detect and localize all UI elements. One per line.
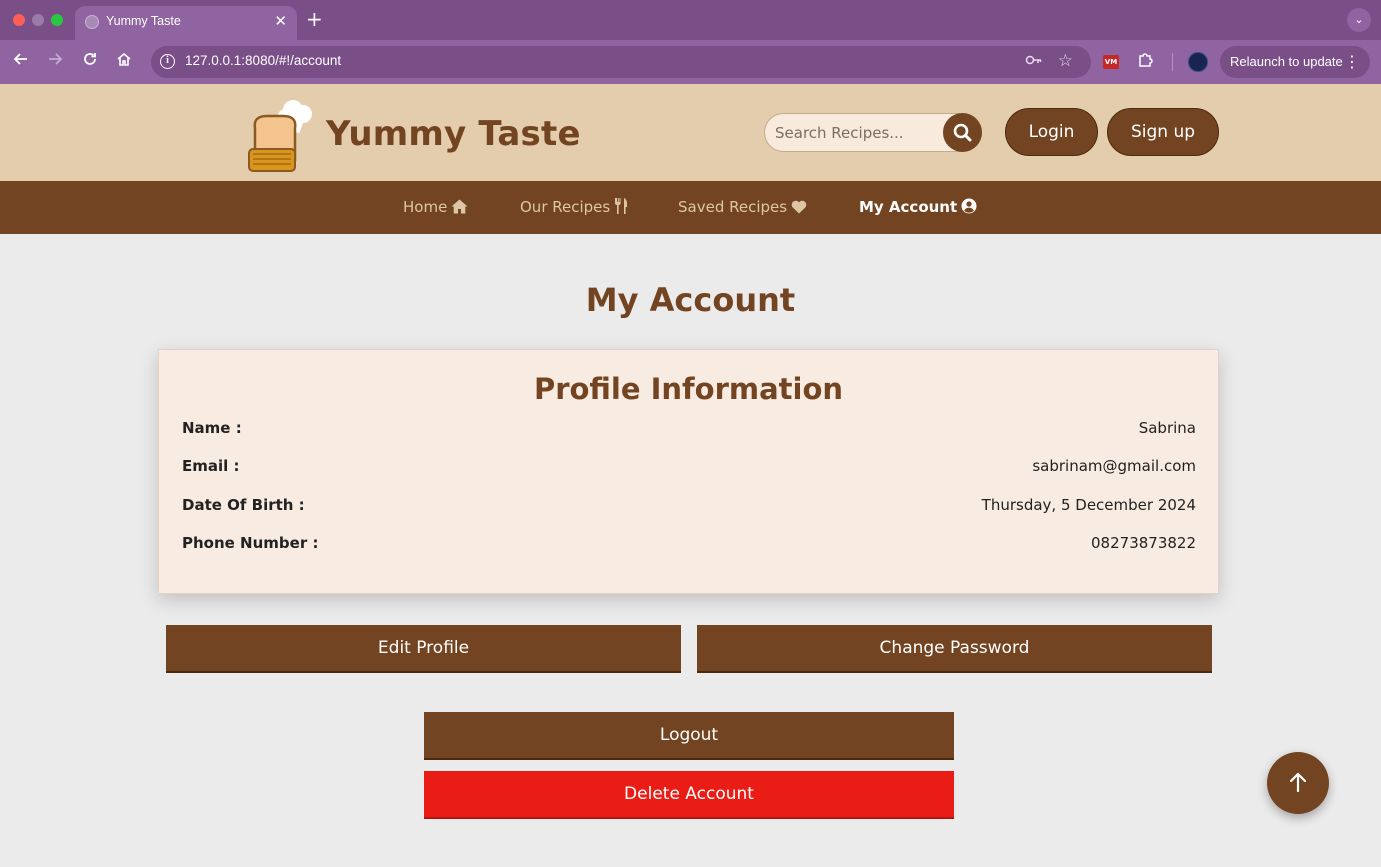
browser-toolbar: i 127.0.0.1:8080/#!/account ☆ VM Relaunc…	[0, 40, 1381, 84]
nav-item-label: My Account	[859, 198, 958, 216]
arrow-up-icon	[1289, 772, 1307, 793]
tab-title: Yummy Taste	[106, 14, 181, 28]
browser-tab-strip: Yummy Taste ✕ + ⌄	[0, 0, 1381, 40]
heart-icon	[791, 200, 807, 214]
search-icon	[953, 123, 972, 142]
field-value: Thursday, 5 December 2024	[981, 496, 1196, 514]
site-header: Yummy Taste Login Sign up	[0, 84, 1381, 181]
page-title: My Account	[585, 281, 796, 319]
chevron-down-icon[interactable]: ⌄	[1347, 8, 1371, 32]
browser-tab[interactable]: Yummy Taste ✕	[75, 6, 297, 40]
relaunch-button[interactable]: Relaunch to update ⋮	[1220, 46, 1370, 78]
profile-row-name: Name : Sabrina	[182, 419, 1196, 441]
search-box	[764, 113, 982, 152]
nav-item-label: Saved Recipes	[678, 198, 788, 216]
login-button[interactable]: Login	[1005, 108, 1098, 156]
url-text[interactable]: 127.0.0.1:8080/#!/account	[185, 53, 341, 68]
home-page-icon[interactable]	[113, 51, 135, 73]
logout-button[interactable]: Logout	[424, 712, 954, 760]
more-options-icon[interactable]: ⋮	[1344, 52, 1360, 71]
user-circle-icon	[961, 198, 977, 214]
extension-vm-icon[interactable]: VM	[1103, 55, 1119, 69]
minimize-window-button[interactable]	[32, 14, 44, 26]
utensils-icon	[615, 198, 628, 214]
field-label: Email :	[182, 457, 240, 475]
forward-arrow-icon[interactable]	[44, 51, 66, 73]
close-window-button[interactable]	[13, 14, 25, 26]
profile-row-email: Email : sabrinam@gmail.com	[182, 457, 1196, 479]
field-value: Sabrina	[1138, 419, 1196, 437]
site-info-icon[interactable]: i	[160, 54, 175, 69]
key-icon[interactable]	[1025, 53, 1043, 71]
search-button[interactable]	[943, 113, 982, 152]
address-bar[interactable]: i 127.0.0.1:8080/#!/account ☆	[151, 46, 1091, 78]
extensions-puzzle-icon[interactable]	[1137, 51, 1155, 74]
field-label: Date Of Birth :	[182, 496, 305, 514]
nav-item-label: Home	[403, 198, 448, 216]
profile-avatar[interactable]	[1188, 52, 1208, 72]
scroll-to-top-button[interactable]	[1267, 752, 1329, 814]
logo-icon[interactable]	[245, 94, 325, 172]
field-value: 08273873822	[1091, 534, 1196, 552]
edit-profile-button[interactable]: Edit Profile	[166, 625, 681, 673]
tab-close-icon[interactable]: ✕	[274, 12, 287, 30]
bookmark-star-icon[interactable]: ☆	[1058, 51, 1073, 71]
nav-item-our-recipes[interactable]: Our Recipes	[520, 198, 628, 216]
nav-item-home[interactable]: Home	[403, 198, 468, 216]
main-nav: Home Our Recipes Saved Recipes My Accoun…	[0, 181, 1381, 234]
search-input[interactable]	[775, 122, 940, 144]
nav-item-label: Our Recipes	[520, 198, 611, 216]
zoom-window-button[interactable]	[51, 14, 63, 26]
reload-icon[interactable]	[79, 51, 101, 73]
profile-card-title: Profile Information	[533, 372, 844, 406]
change-password-button[interactable]: Change Password	[697, 625, 1212, 673]
signup-button[interactable]: Sign up	[1107, 108, 1219, 156]
toolbar-divider	[1172, 53, 1173, 71]
field-label: Name :	[182, 419, 242, 437]
field-value: sabrinam@gmail.com	[1032, 457, 1196, 475]
globe-icon	[85, 15, 99, 29]
profile-row-dob: Date Of Birth : Thursday, 5 December 202…	[182, 496, 1196, 518]
new-tab-icon[interactable]: +	[306, 7, 323, 31]
field-label: Phone Number :	[182, 534, 319, 552]
brand-name[interactable]: Yummy Taste	[326, 114, 581, 154]
nav-item-my-account[interactable]: My Account	[859, 198, 977, 216]
delete-account-button[interactable]: Delete Account	[424, 771, 954, 819]
home-icon	[451, 199, 468, 214]
back-arrow-icon[interactable]	[10, 51, 32, 73]
profile-card: Profile Information Name : Sabrina Email…	[158, 349, 1219, 594]
nav-item-saved-recipes[interactable]: Saved Recipes	[678, 198, 807, 216]
relaunch-label: Relaunch to update	[1230, 54, 1343, 69]
profile-row-phone: Phone Number : 08273873822	[182, 534, 1196, 556]
